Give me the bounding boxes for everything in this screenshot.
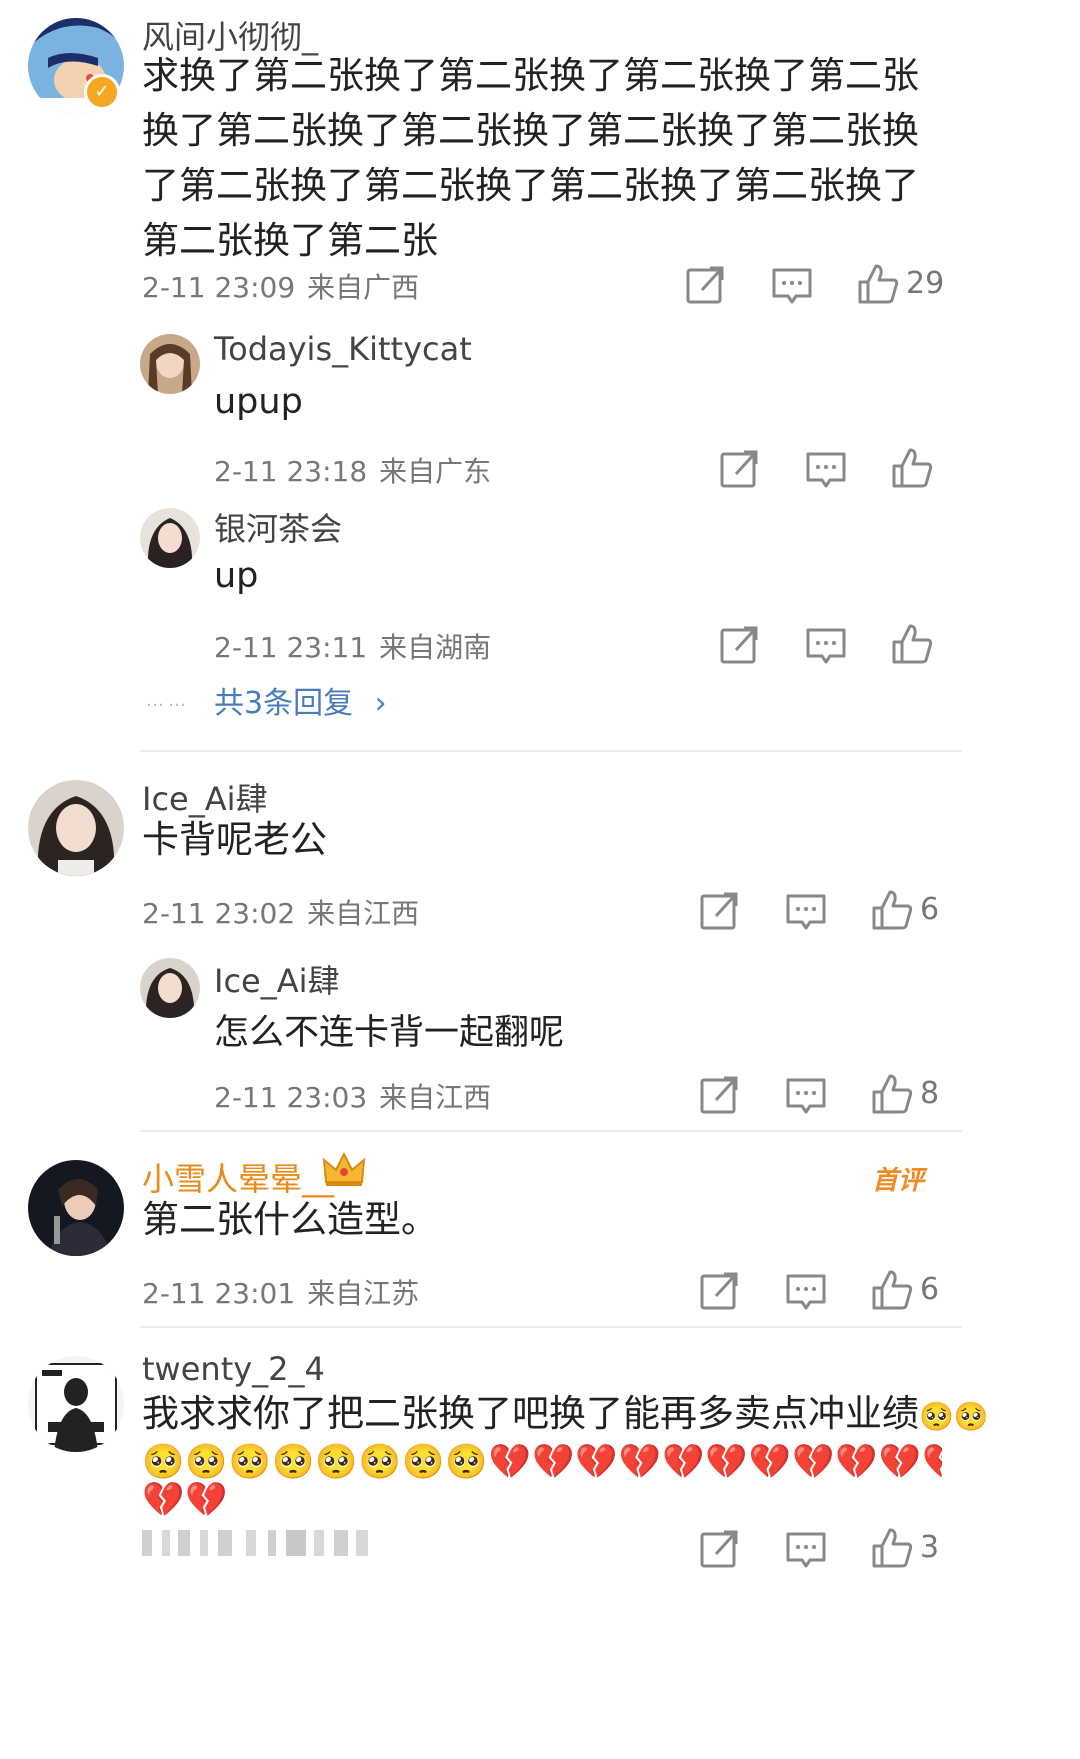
share-button[interactable] — [698, 1270, 742, 1314]
share-icon — [700, 1530, 738, 1568]
comment-emoji-tail: 🥺🥺 — [919, 1400, 989, 1433]
comment-button[interactable] — [784, 1270, 828, 1314]
share-icon — [700, 1076, 738, 1114]
like-button[interactable] — [870, 888, 914, 932]
share-button[interactable] — [698, 890, 742, 934]
like-icon — [872, 1528, 913, 1568]
like-icon — [872, 1074, 913, 1114]
like-icon — [872, 1270, 913, 1310]
reply-text: up — [214, 556, 259, 596]
like-icon — [892, 448, 933, 488]
more-replies-dots: …… — [146, 690, 190, 711]
like-count: 3 — [920, 1530, 940, 1565]
comment-button[interactable] — [784, 1528, 828, 1572]
like-button[interactable] — [890, 622, 934, 666]
reply-date: 2-11 23:11 — [214, 631, 368, 664]
share-button[interactable] — [718, 624, 762, 668]
like-button[interactable] — [870, 1072, 914, 1116]
like-button[interactable] — [870, 1526, 914, 1570]
comment-button[interactable] — [784, 1074, 828, 1118]
comment-icon — [786, 1532, 826, 1568]
comment-emoji-row: 💔💔 — [142, 1480, 229, 1520]
comment-button[interactable] — [804, 624, 848, 668]
share-button[interactable] — [718, 448, 762, 492]
crown-icon — [322, 1151, 366, 1188]
comment-button[interactable] — [804, 448, 848, 492]
reply-username[interactable]: Ice_Ai肆 — [214, 956, 340, 1002]
reply-username[interactable]: 银河茶会 — [214, 504, 342, 550]
comment-meta: 2-11 23:02 来自江西 — [142, 892, 419, 932]
avatar[interactable] — [28, 1160, 124, 1256]
comment-date: 2-11 23:09 — [142, 271, 296, 304]
comment-date: 2-11 23:01 — [142, 1277, 296, 1310]
like-button[interactable] — [870, 1268, 914, 1312]
share-button[interactable] — [698, 1528, 742, 1572]
share-button[interactable] — [684, 264, 728, 308]
reply-meta: 2-11 23:03 来自江西 — [214, 1076, 491, 1116]
comment-text: 第二张什么造型。 — [142, 1198, 438, 1241]
chevron-right-icon: › — [374, 686, 387, 721]
reply-location: 来自江西 — [379, 1081, 492, 1114]
avatar[interactable] — [28, 1356, 124, 1452]
like-icon — [872, 890, 913, 930]
avatar[interactable] — [28, 780, 124, 876]
comment-meta: 2-11 23:01 来自江苏 — [142, 1272, 419, 1312]
comment-icon — [786, 1274, 826, 1310]
like-count: 29 — [906, 266, 945, 301]
more-replies-label: 共3条回复 — [214, 686, 354, 721]
like-icon — [858, 264, 899, 304]
comment-icon — [806, 452, 846, 488]
reply-avatar[interactable] — [140, 334, 200, 394]
comment-location: 来自广西 — [307, 271, 420, 304]
obscured-meta — [142, 1528, 374, 1558]
comment-icon — [786, 1078, 826, 1114]
reply-avatar[interactable] — [140, 958, 200, 1018]
comment-icon — [772, 268, 812, 304]
verified-icon: ✓ — [84, 74, 120, 110]
comment-meta: 2-11 23:09 来自广西 — [142, 266, 419, 306]
comment-text: 我求求你了把二张换了吧换了能再多卖点冲业绩🥺🥺 — [142, 1386, 989, 1444]
reply-meta: 2-11 23:18 来自广东 — [214, 450, 491, 490]
like-icon — [892, 624, 933, 664]
reply-date: 2-11 23:18 — [214, 455, 368, 488]
divider — [140, 1130, 962, 1132]
comment-location: 来自江西 — [307, 897, 420, 930]
comment-icon — [806, 628, 846, 664]
like-button[interactable] — [890, 446, 934, 490]
divider — [140, 750, 962, 752]
reply-avatar[interactable] — [140, 508, 200, 568]
comment-text: 求换了第二张换了第二张换了第二张换了第二张换了第二张换了第二张换了第二张换了第二… — [142, 54, 919, 262]
reply-text: 怎么不连卡背一起翻呢 — [214, 1013, 565, 1053]
share-icon — [720, 450, 758, 488]
share-icon — [686, 266, 724, 304]
share-icon — [700, 892, 738, 930]
comment-emoji-row: 🥺🥺🥺🥺🥺🥺🥺🥺💔💔💔💔💔💔💔💔💔💔💔💔💔💔💔 — [142, 1442, 942, 1482]
reply-location: 来自广东 — [379, 455, 492, 488]
reply-date: 2-11 23:03 — [214, 1081, 368, 1114]
comment-button[interactable] — [770, 264, 814, 308]
share-icon — [720, 626, 758, 664]
share-button[interactable] — [698, 1074, 742, 1118]
reply-meta: 2-11 23:11 来自湖南 — [214, 626, 491, 666]
like-count: 8 — [920, 1076, 940, 1111]
comment-date: 2-11 23:02 — [142, 897, 296, 930]
divider — [140, 1326, 962, 1328]
like-count: 6 — [920, 892, 940, 927]
comment-button[interactable] — [784, 890, 828, 934]
comment-username[interactable]: twenty_2_4 — [142, 1350, 325, 1388]
like-button[interactable] — [856, 262, 900, 306]
reply-username[interactable]: Todayis_Kittycat — [214, 330, 472, 368]
comment-text: 卡背呢老公 — [142, 818, 327, 861]
share-icon — [700, 1272, 738, 1310]
reply-text: upup — [214, 382, 303, 422]
comment-icon — [786, 894, 826, 930]
reply-location: 来自湖南 — [379, 631, 492, 664]
comment-location: 来自江苏 — [307, 1277, 420, 1310]
comment-text-main: 我求求你了把二张换了吧换了能再多卖点冲业绩 — [142, 1392, 919, 1435]
more-replies-link[interactable]: 共3条回复 › — [214, 678, 387, 722]
like-count: 6 — [920, 1272, 940, 1307]
